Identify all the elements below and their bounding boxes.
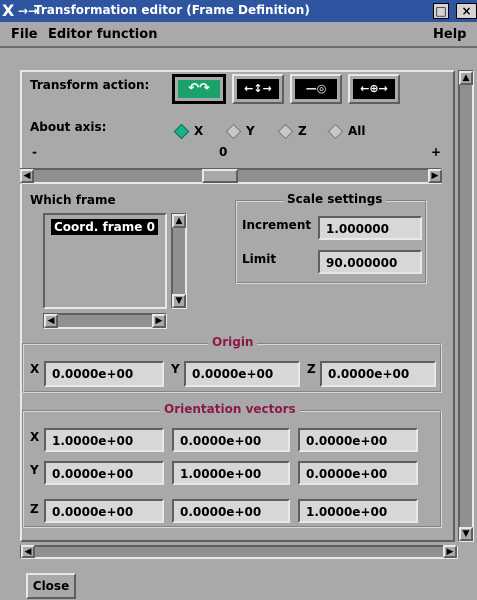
slider-minus-label: - (32, 145, 37, 159)
scale-all-action-button[interactable]: ←⊕→ (348, 74, 400, 104)
menu-editor-function[interactable]: Editor function (48, 27, 157, 42)
orientation-zz-field[interactable]: 1.0000e+00 (298, 499, 418, 523)
radio-unselected-icon (277, 123, 294, 140)
orientation-title: Orientation vectors (160, 402, 300, 416)
window-left-arrow-icon[interactable]: ◀ (21, 545, 35, 558)
orientation-xy-field[interactable]: 0.0000e+00 (172, 428, 290, 452)
frame-list-down-arrow-icon[interactable]: ▼ (172, 294, 186, 308)
translate-icon: ←↕→ (237, 79, 279, 99)
slider-thumb[interactable] (202, 169, 238, 183)
scale-settings-title: Scale settings (283, 192, 387, 206)
increment-label: Increment (242, 218, 312, 232)
origin-z-field[interactable]: 0.0000e+00 (320, 361, 436, 387)
menu-help[interactable]: Help (433, 27, 466, 42)
scale-one-icon: —◎ (295, 79, 337, 99)
window-vertical-scrollbar[interactable] (458, 70, 474, 542)
window-right-arrow-icon[interactable]: ▶ (443, 545, 457, 558)
origin-y-label: Y (171, 362, 180, 376)
orientation-yx-field[interactable]: 0.0000e+00 (44, 461, 164, 485)
translate-action-button[interactable]: ←↕→ (232, 74, 284, 104)
limit-field[interactable]: 90.000000 (318, 250, 422, 274)
orientation-yz-field[interactable]: 0.0000e+00 (298, 461, 418, 485)
orientation-xx-field[interactable]: 1.0000e+00 (44, 428, 164, 452)
close-window-button[interactable]: × (456, 3, 477, 19)
arrow-logo-icon: →→ (18, 4, 39, 18)
axis-radio-y[interactable]: Y (225, 123, 255, 140)
axis-radio-all[interactable]: All (327, 123, 366, 140)
axis-radio-z[interactable]: Z (277, 123, 307, 140)
frame-list[interactable]: Coord. frame 0 (43, 213, 167, 309)
scale-all-icon: ←⊕→ (353, 79, 395, 99)
increment-field[interactable]: 1.000000 (318, 216, 422, 240)
frame-list-right-arrow-icon[interactable]: ▶ (152, 314, 166, 328)
rotate-action-button[interactable]: ↶↷ (172, 74, 226, 104)
frame-list-left-arrow-icon[interactable]: ◀ (44, 314, 58, 328)
slider-right-arrow-icon[interactable]: ▶ (428, 169, 442, 183)
window-horizontal-scrollbar[interactable] (20, 545, 458, 559)
frame-list-hscroll[interactable] (43, 313, 167, 329)
scale-one-action-button[interactable]: —◎ (290, 74, 342, 104)
transformation-editor-window: X →→ Transformation editor (Frame Defini… (0, 0, 477, 600)
limit-label: Limit (242, 252, 277, 266)
window-up-arrow-icon[interactable]: ▲ (459, 71, 473, 85)
menu-file[interactable]: File (11, 27, 38, 42)
about-axis-label: About axis: (30, 120, 107, 134)
origin-x-field[interactable]: 0.0000e+00 (44, 361, 164, 387)
title-bar[interactable]: X →→ Transformation editor (Frame Defini… (0, 0, 477, 22)
radio-selected-icon (173, 123, 190, 140)
origin-y-field[interactable]: 0.0000e+00 (184, 361, 300, 387)
axis-radio-x[interactable]: X (173, 123, 203, 140)
close-button[interactable]: Close (26, 573, 76, 599)
slider-left-arrow-icon[interactable]: ◀ (20, 169, 34, 183)
orientation-row-z-label: Z (30, 502, 39, 516)
slider-value: 0 (219, 145, 228, 159)
transform-action-label: Transform action: (30, 78, 150, 92)
slider-plus-label: + (431, 145, 442, 159)
frame-list-item[interactable]: Coord. frame 0 (51, 219, 158, 235)
orientation-yy-field[interactable]: 1.0000e+00 (172, 461, 290, 485)
orientation-zy-field[interactable]: 0.0000e+00 (172, 499, 290, 523)
origin-z-label: Z (307, 362, 316, 376)
orientation-row-x-label: X (30, 430, 40, 444)
orientation-zx-field[interactable]: 0.0000e+00 (44, 499, 164, 523)
maximize-button[interactable]: □ (433, 3, 449, 19)
origin-title: Origin (208, 335, 258, 349)
menu-bar: File Editor function Help (0, 22, 477, 48)
orientation-row-y-label: Y (30, 463, 39, 477)
window-down-arrow-icon[interactable]: ▼ (459, 527, 473, 541)
which-frame-label: Which frame (30, 193, 116, 207)
frame-list-up-arrow-icon[interactable]: ▲ (172, 214, 186, 228)
orientation-xz-field[interactable]: 0.0000e+00 (298, 428, 418, 452)
window-title: Transformation editor (Frame Definition) (34, 3, 310, 17)
radio-unselected-icon (225, 123, 242, 140)
rotate-icon: ↶↷ (178, 80, 220, 98)
radio-unselected-icon (327, 123, 344, 140)
origin-x-label: X (30, 362, 40, 376)
